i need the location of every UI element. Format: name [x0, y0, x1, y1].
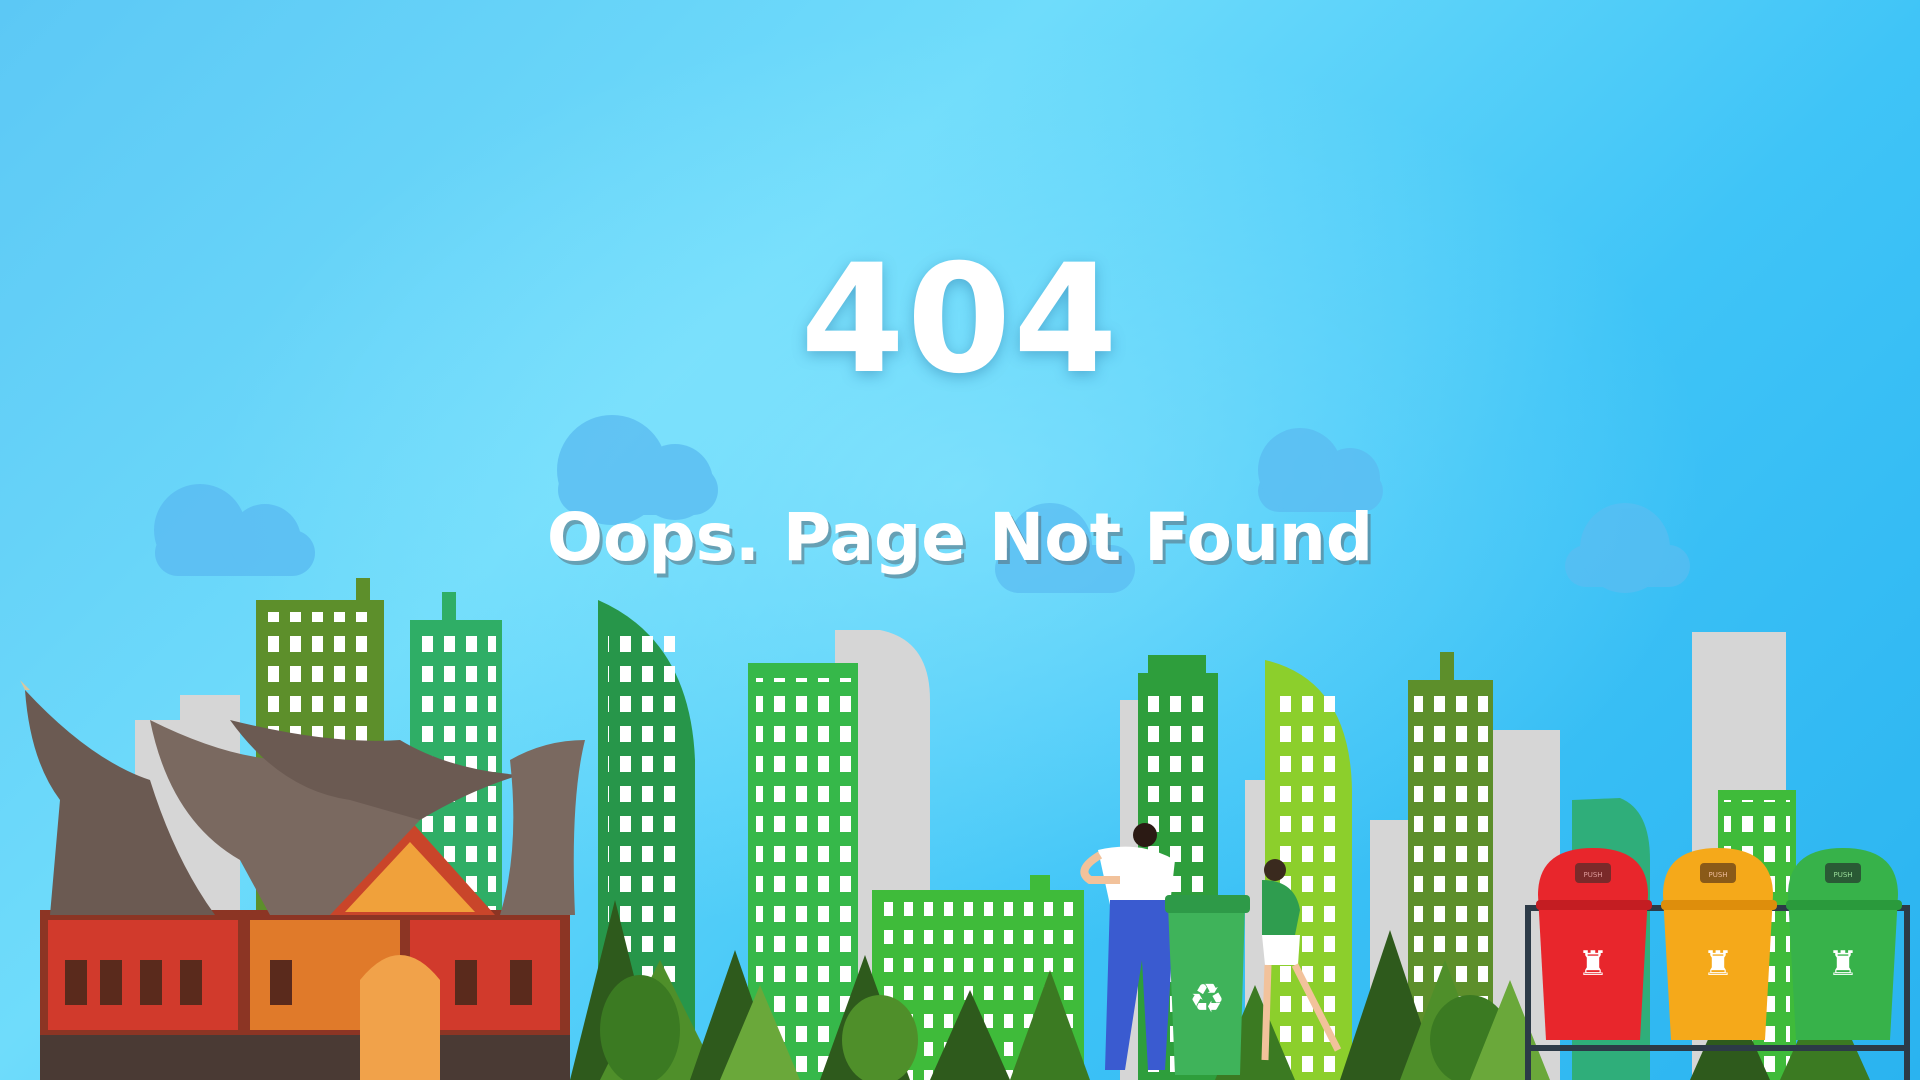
trash-bin-red: PUSH ♜: [1536, 848, 1652, 1040]
bin-push-label: PUSH: [1708, 871, 1727, 879]
bin-push-label: PUSH: [1583, 871, 1602, 879]
person-throwing: [1080, 823, 1175, 1070]
trash-person-icon: ♜: [1828, 944, 1858, 984]
error-message: Oops. Page Not Found: [546, 499, 1374, 576]
recycle-icon: ♻: [1189, 976, 1225, 1022]
bin-push-label: PUSH: [1833, 871, 1852, 879]
recycle-bin: ♻: [1165, 895, 1250, 1075]
trash-person-icon: ♜: [1703, 944, 1733, 984]
trash-person-icon: ♜: [1578, 944, 1608, 984]
trash-bin-green: PUSH ♜: [1786, 848, 1902, 1040]
error-code: 404: [800, 233, 1120, 407]
trash-bin-yellow: PUSH ♜: [1661, 848, 1777, 1040]
